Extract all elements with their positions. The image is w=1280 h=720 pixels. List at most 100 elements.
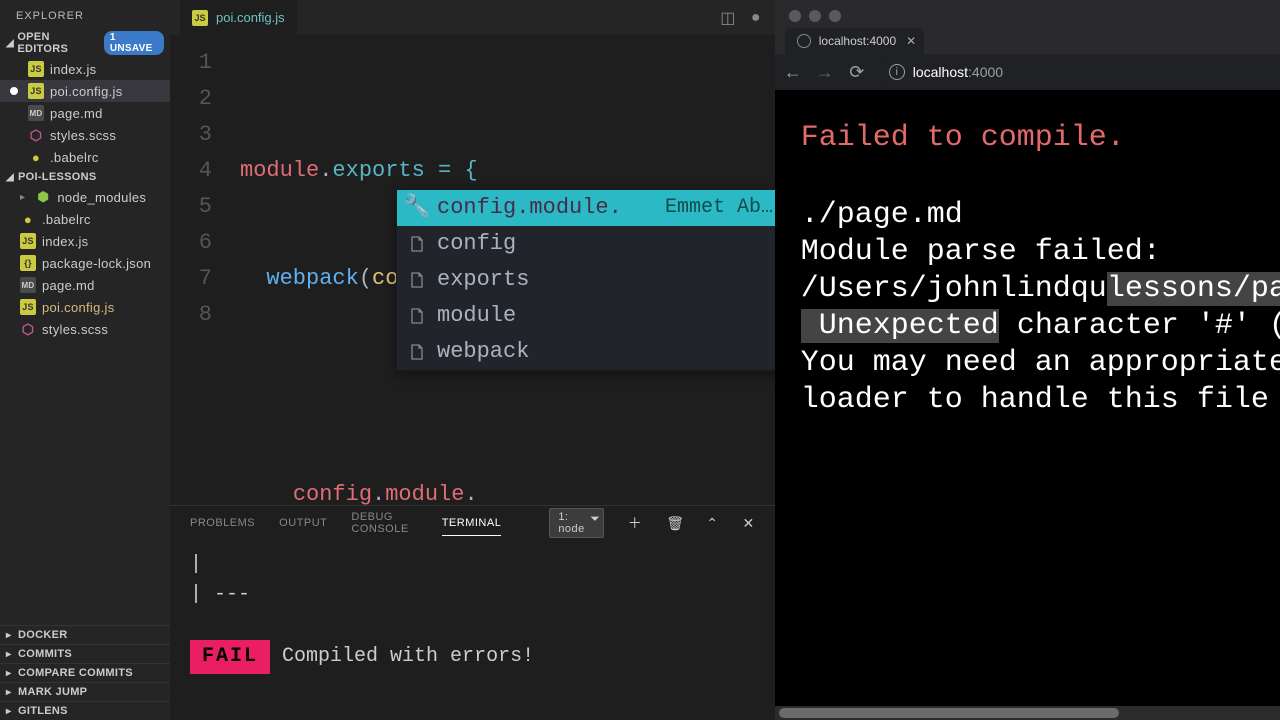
- file-icon: [407, 272, 427, 288]
- json-icon: {}: [20, 255, 36, 271]
- editor-tab[interactable]: JS poi.config.js: [180, 0, 297, 35]
- file-name: .babelrc: [42, 212, 91, 227]
- close-tab-icon[interactable]: ✕: [906, 34, 916, 48]
- babel-icon: ●: [20, 211, 36, 227]
- file-name: styles.scss: [50, 128, 116, 143]
- panel-tab-problems[interactable]: PROBLEMS: [190, 517, 255, 529]
- js-icon: JS: [28, 61, 44, 77]
- address-bar[interactable]: i localhost:4000: [879, 58, 1280, 86]
- panel-tab-terminal[interactable]: TERMINAL: [442, 517, 502, 536]
- site-info-icon[interactable]: i: [889, 64, 905, 80]
- open-editors-label: OPEN EDITORS: [17, 31, 98, 55]
- section-compare-commits[interactable]: ▸COMPARE COMMITS: [0, 663, 170, 682]
- terminal-line: | ---: [190, 580, 755, 610]
- tree-item[interactable]: {} package-lock.json: [0, 252, 170, 274]
- chevron-right-icon: ▸: [6, 649, 16, 660]
- autocomplete-item-selected[interactable]: 🔧 config.module. Emmet Ab… i: [397, 190, 775, 226]
- md-icon: MD: [20, 277, 36, 293]
- file-icon: [407, 344, 427, 360]
- open-editor-item[interactable]: MD page.md: [0, 102, 170, 124]
- more-icon[interactable]: ●: [747, 9, 765, 27]
- horizontal-scrollbar-thumb[interactable]: [779, 708, 1119, 718]
- open-editor-item[interactable]: ⬡ styles.scss: [0, 124, 170, 146]
- explorer-sidebar: EXPLORER ◢ OPEN EDITORS 1 UNSAVE JS inde…: [0, 0, 170, 720]
- sidebar-bottom-sections: ▸DOCKER ▸COMMITS ▸COMPARE COMMITS ▸MARK …: [0, 625, 170, 720]
- js-icon: JS: [20, 233, 36, 249]
- tree-item-folder[interactable]: ▸ ⬢ node_modules: [0, 186, 170, 208]
- md-icon: MD: [28, 105, 44, 121]
- workspace-header[interactable]: ◢ POI-LESSONS: [0, 168, 170, 186]
- terminal-line: |: [190, 550, 755, 580]
- editor-area: JS poi.config.js ◫ ● 12345678 module.exp…: [170, 0, 775, 720]
- chevron-right-icon: ▸: [6, 668, 16, 679]
- dirty-dot-icon: [10, 87, 18, 95]
- bottom-panel: PROBLEMS OUTPUT DEBUG CONSOLE TERMINAL 1…: [170, 505, 775, 720]
- forward-button: →: [815, 62, 835, 83]
- autocomplete-item[interactable]: module: [397, 298, 775, 334]
- autocomplete-popup: 🔧 config.module. Emmet Ab… i config expo…: [396, 189, 775, 371]
- panel-tab-output[interactable]: OUTPUT: [279, 517, 327, 529]
- error-body: ./page.md Module parse failed: /Users/jo…: [801, 197, 1280, 419]
- error-title: Failed to compile.: [801, 120, 1280, 157]
- section-commits[interactable]: ▸COMMITS: [0, 644, 170, 663]
- new-terminal-icon[interactable]: ＋: [628, 513, 643, 533]
- maximize-panel-icon[interactable]: ⌃: [706, 515, 718, 532]
- section-gitlens[interactable]: ▸GITLENS: [0, 701, 170, 720]
- browser-tabbar: localhost:4000 ✕: [775, 28, 1280, 54]
- babel-icon: ●: [28, 149, 44, 165]
- vscode-window: EXPLORER ◢ OPEN EDITORS 1 UNSAVE JS inde…: [0, 0, 775, 720]
- terminal-selector[interactable]: 1: node: [549, 508, 603, 538]
- tree-item[interactable]: ● .babelrc: [0, 208, 170, 230]
- section-mark-jump[interactable]: ▸MARK JUMP: [0, 682, 170, 701]
- open-editor-item[interactable]: JS index.js: [0, 58, 170, 80]
- js-icon: JS: [192, 10, 208, 26]
- browser-tab-title: localhost:4000: [819, 34, 896, 48]
- terminal-output[interactable]: | | --- FAIL Compiled with errors!: [170, 540, 775, 720]
- open-editors-header[interactable]: ◢ OPEN EDITORS 1 UNSAVE: [0, 28, 170, 58]
- autocomplete-item[interactable]: exports: [397, 262, 775, 298]
- browser-page[interactable]: Failed to compile. ./page.md Module pars…: [775, 90, 1280, 720]
- chevron-down-icon: ◢: [6, 172, 16, 183]
- sidebar-title: EXPLORER: [0, 0, 170, 28]
- tree-item[interactable]: MD page.md: [0, 274, 170, 296]
- split-editor-icon[interactable]: ◫: [719, 9, 737, 27]
- autocomplete-text: config.module.: [437, 190, 622, 226]
- file-name: poi.config.js: [50, 84, 123, 99]
- chevron-right-icon: ▸: [6, 706, 16, 717]
- traffic-light-max[interactable]: [829, 10, 841, 22]
- scss-icon: ⬡: [28, 127, 44, 143]
- close-panel-icon[interactable]: ✕: [743, 515, 755, 532]
- tree-item[interactable]: JS index.js: [0, 230, 170, 252]
- autocomplete-item[interactable]: config: [397, 226, 775, 262]
- traffic-light-close[interactable]: [789, 10, 801, 22]
- traffic-light-min[interactable]: [809, 10, 821, 22]
- open-editor-item[interactable]: JS poi.config.js: [0, 80, 170, 102]
- open-editor-item[interactable]: ● .babelrc: [0, 146, 170, 168]
- code-editor[interactable]: 12345678 module.exports = { webpack(conf…: [170, 35, 775, 505]
- fail-badge: FAIL: [190, 640, 270, 674]
- js-icon: JS: [28, 83, 44, 99]
- file-name: package-lock.json: [42, 256, 151, 271]
- file-name: index.js: [42, 234, 88, 249]
- panel-tab-debug[interactable]: DEBUG CONSOLE: [351, 511, 417, 535]
- file-icon: [407, 308, 427, 324]
- file-name: node_modules: [57, 190, 146, 205]
- reload-button[interactable]: ⟳: [847, 62, 867, 83]
- url-text: localhost:4000: [913, 64, 1003, 80]
- terminal-line: FAIL Compiled with errors!: [190, 640, 755, 674]
- scss-icon: ⬡: [20, 321, 36, 337]
- file-name: poi.config.js: [42, 300, 115, 315]
- file-name: page.md: [42, 278, 95, 293]
- editor-tabbar: JS poi.config.js ◫ ●: [170, 0, 775, 35]
- chevron-right-icon: ▸: [6, 687, 16, 698]
- section-docker[interactable]: ▸DOCKER: [0, 625, 170, 644]
- browser-tab[interactable]: localhost:4000 ✕: [785, 28, 924, 54]
- autocomplete-item[interactable]: webpack: [397, 334, 775, 370]
- tree-item[interactable]: ⬡ styles.scss: [0, 318, 170, 340]
- back-button[interactable]: ←: [783, 62, 803, 83]
- kill-terminal-icon[interactable]: 🗑: [666, 515, 682, 532]
- wrench-icon: 🔧: [407, 190, 427, 226]
- globe-icon: [797, 34, 811, 48]
- unsaved-badge: 1 UNSAVE: [104, 31, 164, 55]
- tree-item[interactable]: JS poi.config.js: [0, 296, 170, 318]
